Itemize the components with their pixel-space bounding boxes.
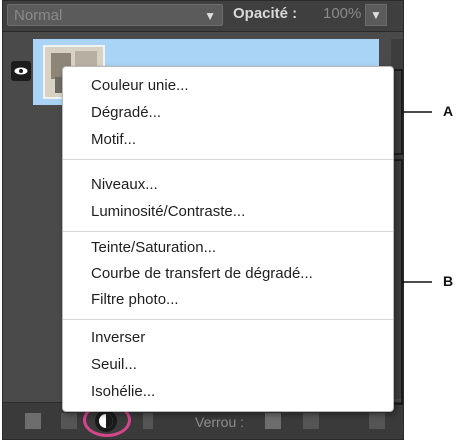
menu-item-hue-saturation[interactable]: Teinte/Saturation...	[91, 239, 216, 256]
bracket-a	[394, 69, 432, 155]
lock-all-icon[interactable]	[303, 413, 319, 429]
lock-transparency-icon[interactable]	[265, 413, 281, 429]
visibility-toggle[interactable]	[11, 61, 31, 81]
trash-icon[interactable]	[369, 413, 385, 429]
menu-item-threshold[interactable]: Seuil...	[91, 356, 137, 373]
opacity-value[interactable]: 100%	[323, 5, 361, 22]
adjustment-menu: Couleur unie... Dégradé... Motif... Nive…	[62, 66, 394, 412]
menu-item-invert[interactable]: Inverser	[91, 329, 145, 346]
menu-separator	[63, 319, 393, 320]
mask-icon[interactable]	[143, 413, 153, 429]
link-icon[interactable]	[61, 413, 77, 429]
menu-item-posterize[interactable]: Isohélie...	[91, 383, 155, 400]
menu-separator	[63, 159, 393, 160]
callout-a: A	[443, 103, 454, 119]
blend-mode-value: Normal	[14, 7, 63, 24]
blend-mode-dropdown[interactable]: Normal ▼	[7, 4, 223, 26]
menu-item-levels[interactable]: Niveaux...	[91, 176, 158, 193]
menu-item-brightness-contrast[interactable]: Luminosité/Contraste...	[91, 203, 245, 220]
lock-label: Verrou :	[195, 414, 245, 430]
menu-item-pattern[interactable]: Motif...	[91, 131, 136, 148]
opacity-label: Opacité :	[233, 5, 298, 22]
new-layer-icon[interactable]	[25, 413, 41, 429]
blend-options-bar: Normal ▼ Opacité : 100% ▼	[3, 1, 403, 32]
opacity-dropdown-button[interactable]: ▼	[365, 4, 387, 26]
menu-separator	[63, 231, 393, 232]
menu-item-gradient-map[interactable]: Courbe de transfert de dégradé...	[91, 265, 313, 282]
menu-item-gradient[interactable]: Dégradé...	[91, 104, 161, 121]
menu-item-photo-filter[interactable]: Filtre photo...	[91, 291, 179, 308]
eye-icon	[14, 67, 28, 75]
callout-b: B	[443, 273, 454, 289]
bracket-b	[394, 159, 432, 405]
chevron-down-icon: ▼	[204, 9, 216, 23]
menu-item-solid-color[interactable]: Couleur unie...	[91, 77, 189, 94]
